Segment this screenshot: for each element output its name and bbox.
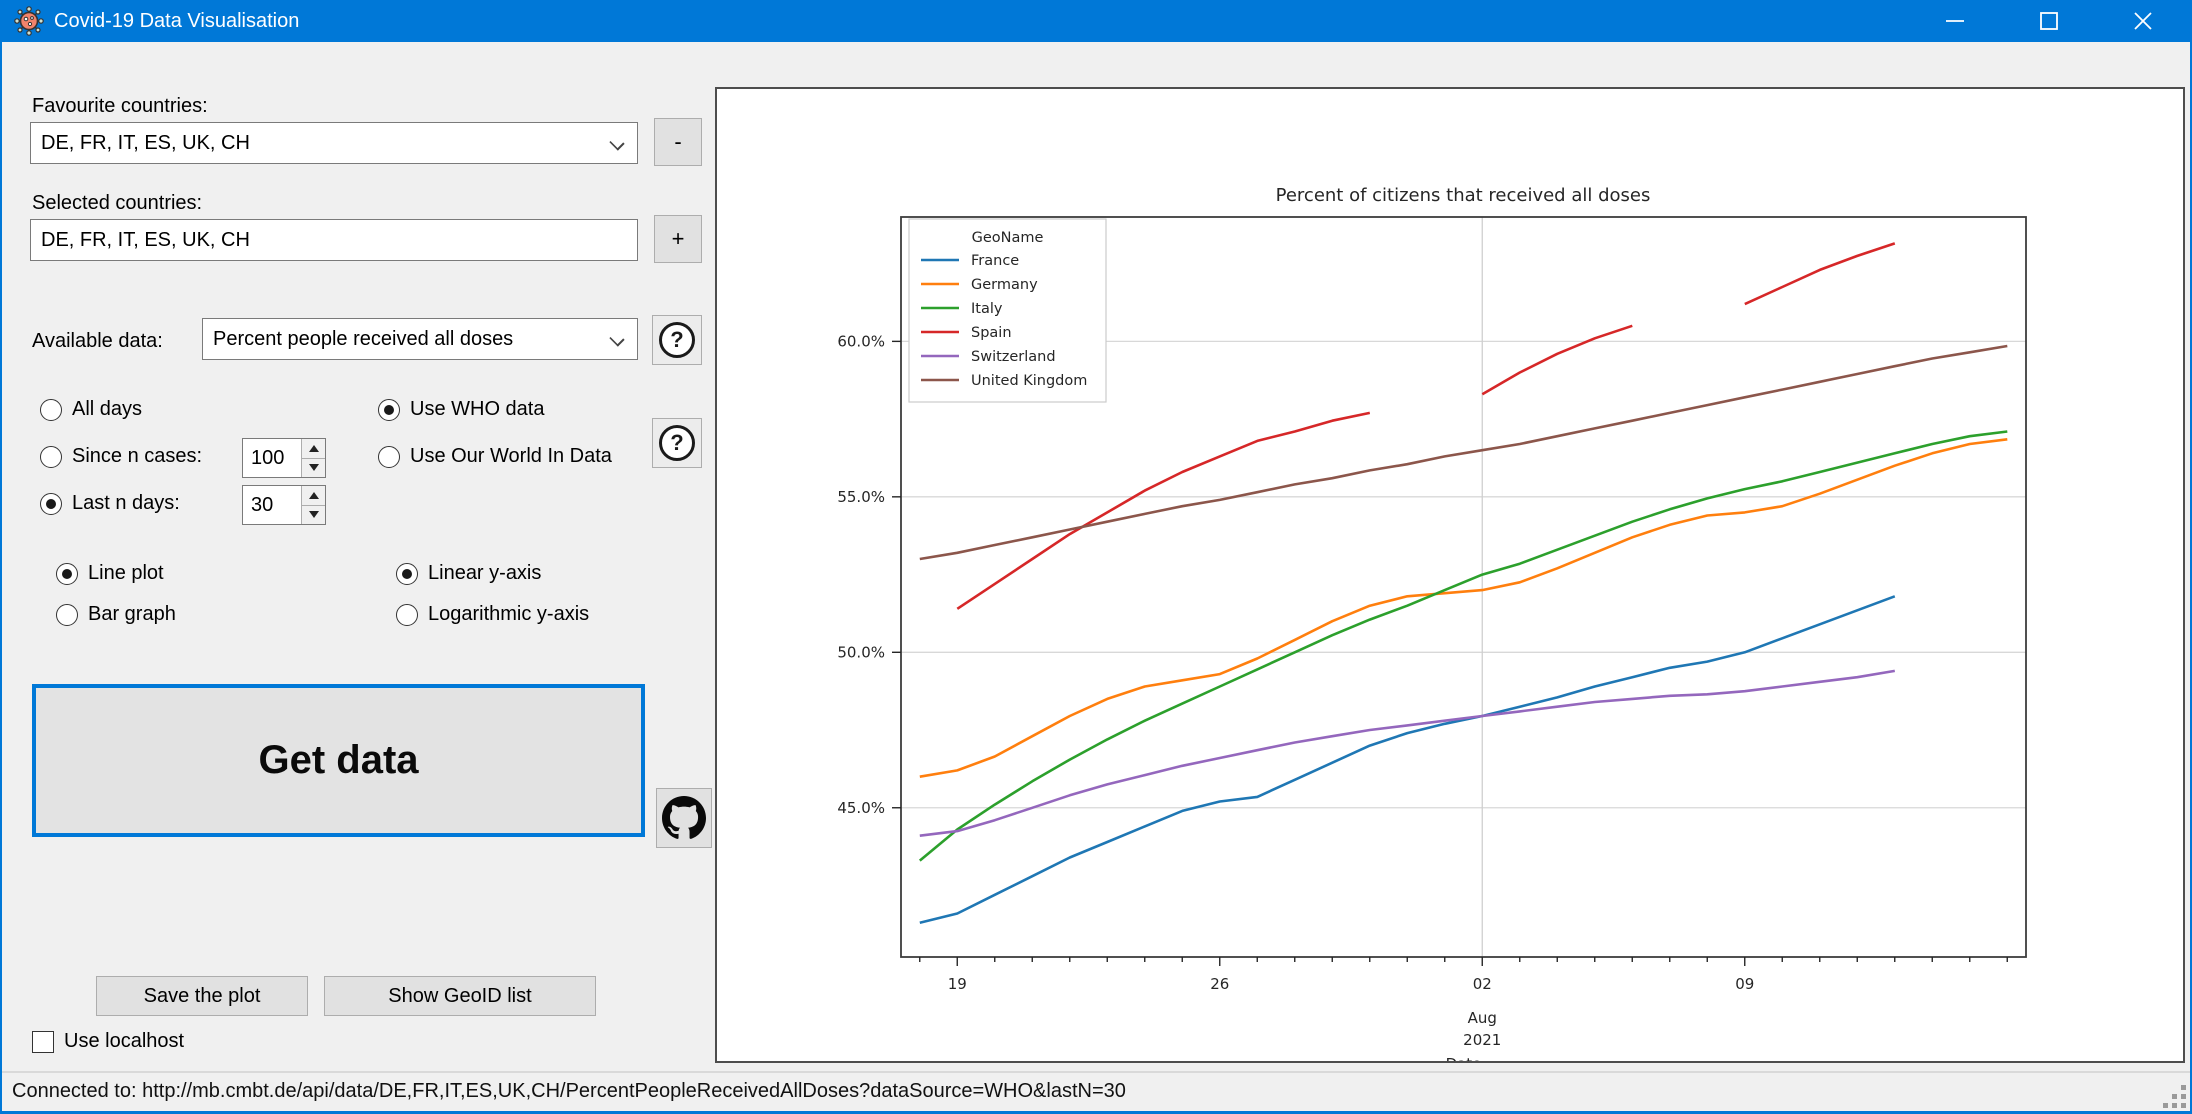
triangle-up-icon — [309, 445, 319, 452]
radio-circle — [396, 604, 418, 626]
chart-svg: 19 26 02 09 Aug 2021 Date 45.0% 50.0% 55.0% 60.0% P… — [717, 89, 2183, 1061]
spinner-down-button[interactable] — [302, 506, 325, 525]
radio-circle — [40, 446, 62, 468]
since-n-cases-spinner[interactable]: 100 — [242, 438, 326, 478]
question-mark-icon: ? — [659, 322, 695, 358]
add-country-button[interactable]: + — [654, 215, 702, 263]
radio-logarithmic-y-axis[interactable]: Logarithmic y-axis — [396, 603, 589, 626]
series-line-switzerland — [920, 671, 1895, 836]
close-icon — [2133, 11, 2153, 31]
series-line-france — [920, 596, 1895, 923]
x-month-label: 2021 — [1463, 1031, 1501, 1049]
chart-title: Percent of citizens that received all do… — [1276, 185, 1651, 206]
maximize-button[interactable] — [2002, 0, 2096, 42]
spinner-up-button[interactable] — [302, 486, 325, 506]
close-button[interactable] — [2096, 0, 2190, 42]
title-bar: Covid-19 Data Visualisation — [2, 0, 2190, 42]
radio-bar-graph[interactable]: Bar graph — [56, 603, 176, 626]
use-localhost-checkbox[interactable]: Use localhost — [32, 1030, 184, 1053]
triangle-up-icon — [309, 492, 319, 499]
radio-linear-y-axis[interactable]: Linear y-axis — [396, 562, 541, 585]
save-plot-button[interactable]: Save the plot — [96, 976, 308, 1016]
x-tick-label: 26 — [1210, 975, 1229, 993]
legend-label: Germany — [971, 277, 1038, 293]
selected-countries-value: DE, FR, IT, ES, UK, CH — [41, 229, 250, 252]
status-bar: Connected to: http://mb.cmbt.de/api/data… — [2, 1071, 2190, 1111]
status-text: Connected to: http://mb.cmbt.de/api/data… — [12, 1080, 1126, 1103]
show-geoid-list-button[interactable]: Show GeoID list — [324, 976, 596, 1016]
selected-countries-label: Selected countries: — [32, 192, 202, 215]
legend-label: Switzerland — [971, 349, 1056, 365]
selected-countries-input[interactable]: DE, FR, IT, ES, UK, CH — [30, 219, 638, 261]
triangle-down-icon — [309, 511, 319, 518]
chevron-down-icon — [609, 135, 624, 150]
legend-title: GeoName — [972, 230, 1044, 246]
radio-circle — [56, 563, 78, 585]
x-month-label: Aug — [1468, 1009, 1497, 1027]
y-tick-label: 50.0% — [837, 643, 885, 661]
y-tick-label: 45.0% — [837, 799, 885, 817]
help-source-button[interactable]: ? — [652, 418, 702, 468]
series-line-germany — [920, 439, 2008, 776]
triangle-down-icon — [309, 464, 319, 471]
chevron-down-icon — [609, 331, 624, 346]
legend-label: Spain — [971, 325, 1012, 341]
question-mark-icon: ? — [659, 425, 695, 461]
minimize-button[interactable] — [1908, 0, 2002, 42]
x-tick-label: 09 — [1735, 975, 1754, 993]
radio-circle — [40, 399, 62, 421]
radio-circle — [378, 446, 400, 468]
github-button[interactable] — [656, 788, 712, 848]
radio-since-n-cases[interactable]: Since n cases: — [40, 445, 202, 468]
radio-circle — [56, 604, 78, 626]
chart-panel: 19 26 02 09 Aug 2021 Date 45.0% 50.0% 55.0% 60.0% P… — [715, 87, 2185, 1063]
series-line-italy — [920, 432, 2008, 861]
last-n-days-spinner[interactable]: 30 — [242, 485, 326, 525]
radio-use-owid-data[interactable]: Use Our World In Data — [378, 445, 612, 468]
radio-use-who-data[interactable]: Use WHO data — [378, 398, 544, 421]
radio-line-plot[interactable]: Line plot — [56, 562, 164, 585]
virus-icon — [14, 6, 44, 36]
get-data-button[interactable]: Get data — [32, 684, 645, 837]
y-tick-label: 60.0% — [837, 332, 885, 350]
spinner-down-button[interactable] — [302, 459, 325, 478]
checkbox-box — [32, 1031, 54, 1053]
legend-label: United Kingdom — [971, 373, 1087, 389]
favourite-countries-value: DE, FR, IT, ES, UK, CH — [41, 132, 250, 155]
available-data-value: Percent people received all doses — [213, 328, 513, 351]
radio-all-days[interactable]: All days — [40, 398, 142, 421]
maximize-icon — [2039, 11, 2059, 31]
help-data-button[interactable]: ? — [652, 315, 702, 365]
radio-circle — [396, 563, 418, 585]
legend-label: France — [971, 253, 1019, 269]
x-axis-label: Date — [1446, 1055, 1482, 1061]
available-data-label: Available data: — [32, 330, 163, 353]
radio-last-n-days[interactable]: Last n days: — [40, 492, 180, 515]
x-tick-label: 02 — [1473, 975, 1492, 993]
favourite-countries-combobox[interactable]: DE, FR, IT, ES, UK, CH — [30, 122, 638, 164]
y-tick-label: 55.0% — [837, 488, 885, 506]
legend-label: Italy — [971, 301, 1003, 317]
favourite-countries-label: Favourite countries: — [32, 95, 208, 118]
radio-circle — [40, 493, 62, 515]
spinner-up-button[interactable] — [302, 439, 325, 459]
minimize-icon — [1945, 11, 1965, 31]
resize-grip-icon[interactable] — [2162, 1084, 2186, 1108]
app-window: Covid-19 Data Visualisation Favourite co… — [0, 0, 2192, 1114]
window-title: Covid-19 Data Visualisation — [54, 10, 299, 33]
radio-circle — [378, 399, 400, 421]
available-data-combobox[interactable]: Percent people received all doses — [202, 318, 638, 360]
github-icon — [662, 796, 706, 840]
x-tick-label: 19 — [948, 975, 967, 993]
remove-country-button[interactable]: - — [654, 118, 702, 166]
